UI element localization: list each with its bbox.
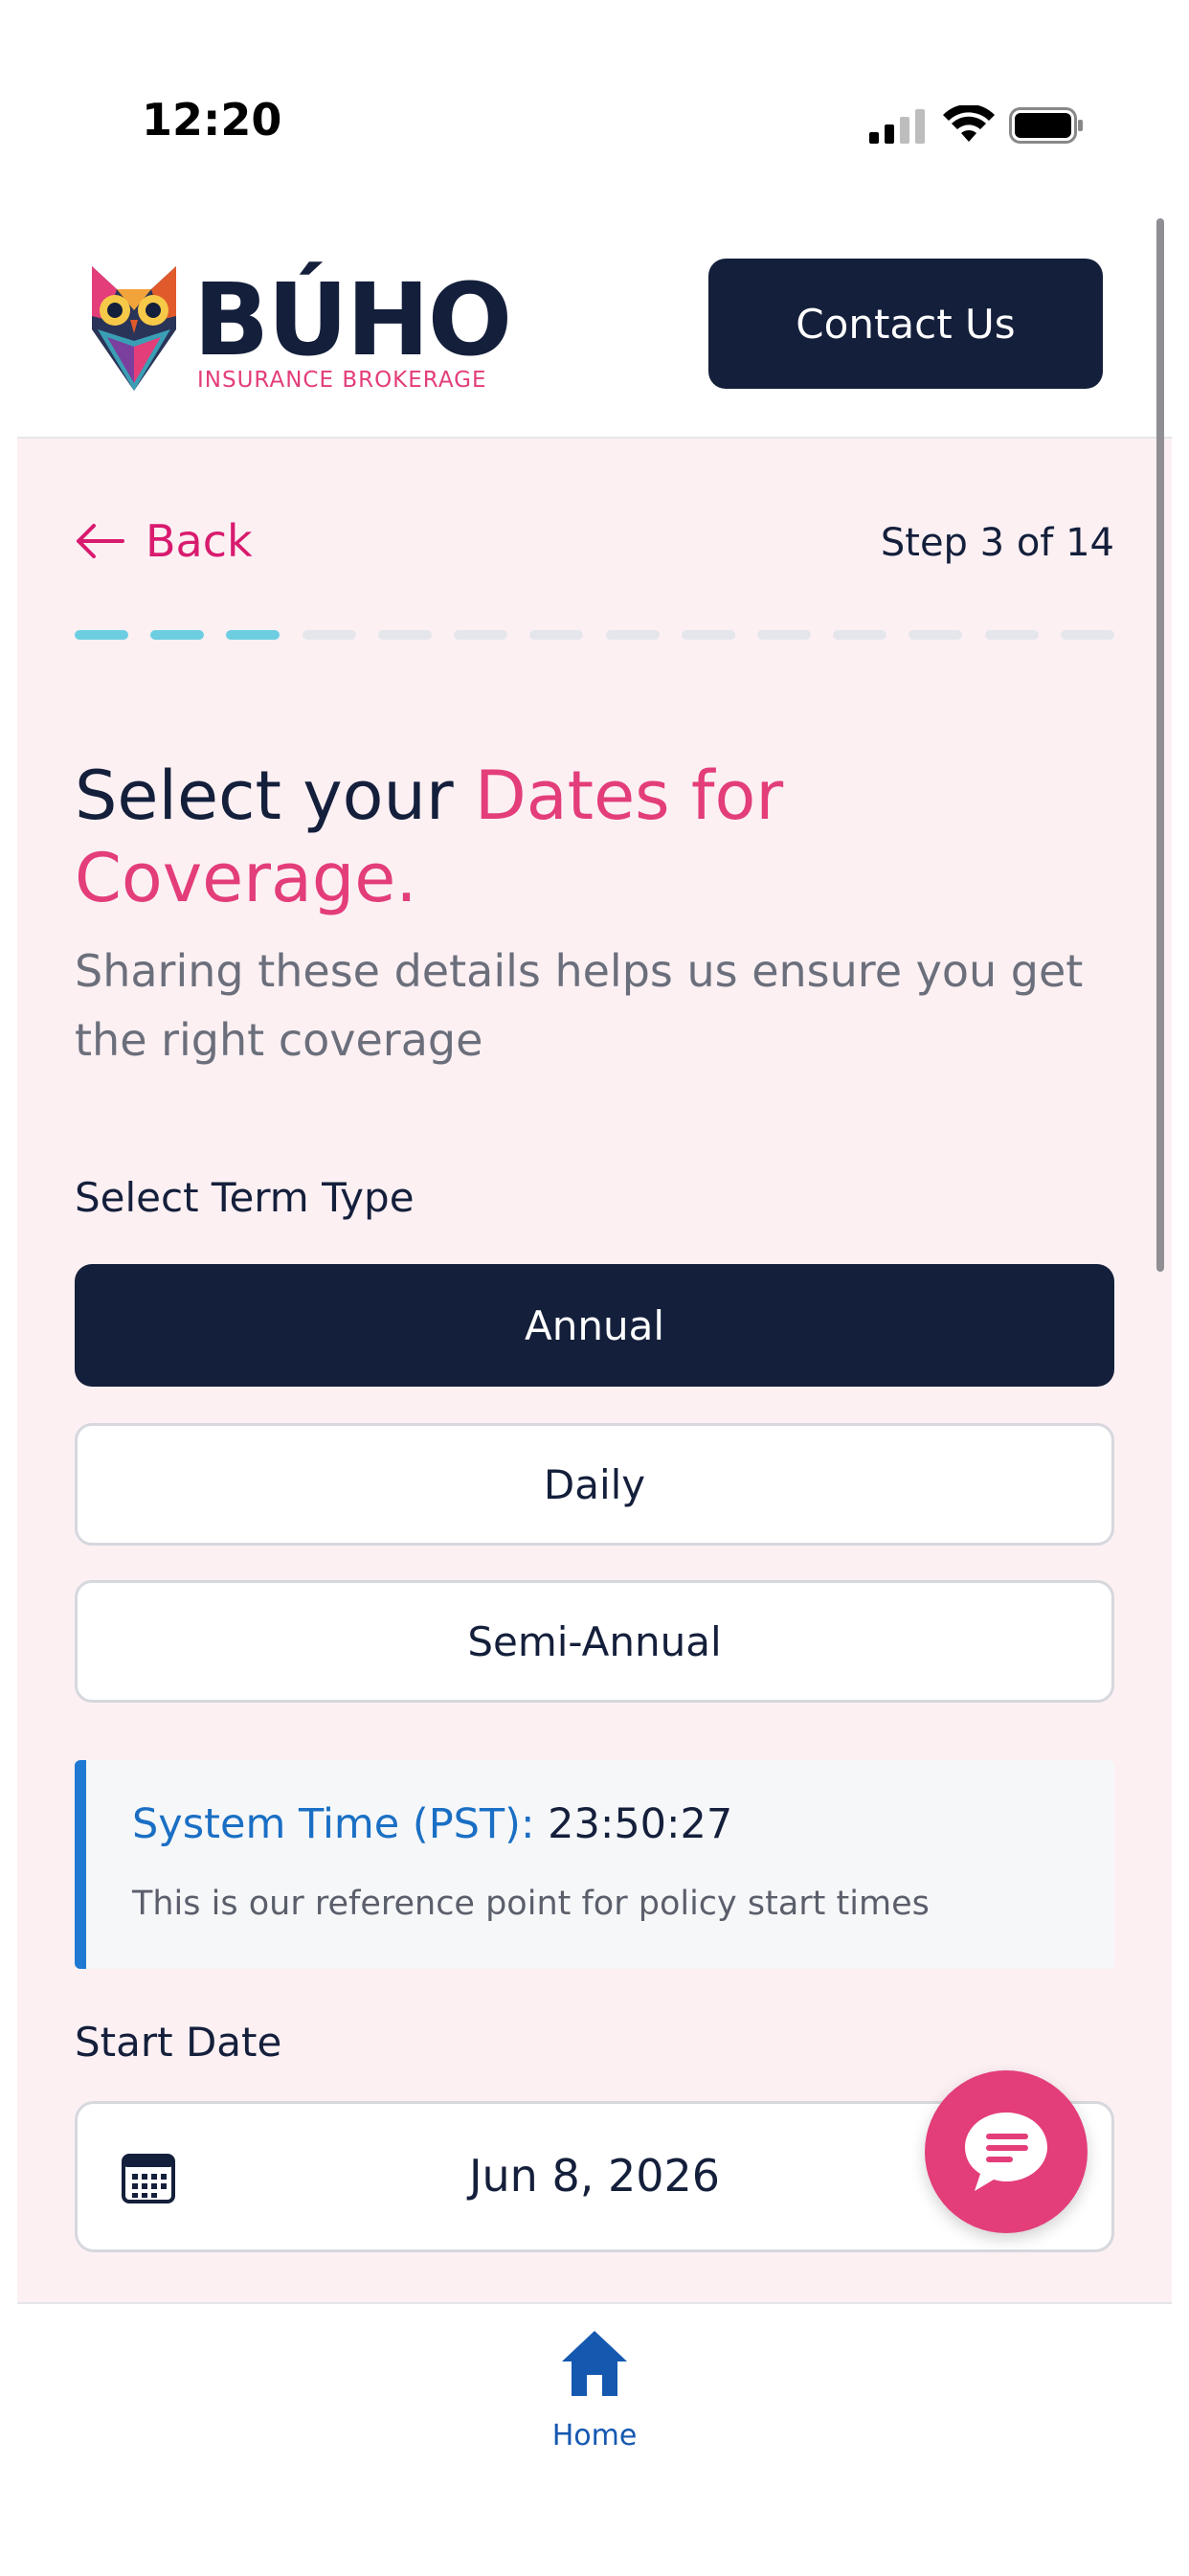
term-option-annual[interactable]: Annual: [75, 1264, 1114, 1387]
bottom-navigation: Home: [17, 2302, 1172, 2576]
signal-icon: [869, 109, 925, 144]
back-arrow-icon: [77, 524, 124, 558]
progress-segment: [302, 630, 356, 640]
progress-segment: [529, 630, 584, 640]
term-option-semi-annual[interactable]: Semi-Annual: [75, 1580, 1114, 1703]
chat-icon: [965, 2113, 1047, 2191]
step-counter: Step 3 of 14: [880, 521, 1114, 565]
title-prefix: Select your: [75, 757, 475, 835]
owl-logo-icon: [92, 266, 176, 391]
system-time-line: System Time (PST): 23:50:27: [132, 1800, 732, 1848]
home-icon: [562, 2331, 627, 2396]
back-label: Back: [146, 515, 253, 567]
progress-segment: [833, 630, 887, 640]
progress-segment: [756, 630, 811, 640]
back-link[interactable]: Back: [75, 515, 253, 567]
start-date-label: Start Date: [75, 2019, 282, 2066]
progress-segment: [377, 630, 432, 640]
term-option-daily[interactable]: Daily: [75, 1423, 1114, 1546]
status-bar: 12:20: [0, 0, 1189, 192]
home-label: Home: [551, 2419, 638, 2452]
page-subtitle: Sharing these details helps us ensure yo…: [75, 945, 1084, 1066]
main-content: Back Step 3 of 14 Select your Dates for …: [17, 439, 1172, 2302]
progress-bar: [75, 630, 1114, 642]
buho-logo[interactable]: BÚHO INSURANCE BROKERAGE: [88, 261, 512, 396]
app-header: BÚHO INSURANCE BROKERAGE Contact Us: [17, 218, 1172, 439]
contact-us-button[interactable]: Contact Us: [708, 259, 1103, 389]
progress-segment: [681, 630, 735, 640]
brand-name: BÚHO: [193, 261, 512, 378]
progress-segment: [909, 630, 963, 640]
chat-button[interactable]: [925, 2070, 1088, 2233]
wifi-icon: [943, 105, 995, 142]
term-type-label: Select Term Type: [75, 1174, 415, 1221]
system-time-description: This is our reference point for policy s…: [132, 1885, 930, 1923]
step-nav: Back Step 3 of 14: [75, 515, 1114, 573]
progress-segment: [605, 630, 660, 640]
progress-segment: [75, 630, 128, 640]
progress-segment: [454, 630, 508, 640]
status-time: 12:20: [142, 94, 282, 146]
system-time-label: System Time (PST):: [132, 1800, 535, 1848]
system-time-value: 23:50:27: [548, 1800, 733, 1848]
page-title: Select your Dates for Coverage.: [75, 755, 1128, 919]
progress-segment: [1060, 630, 1114, 640]
brand-tagline: INSURANCE BROKERAGE: [197, 368, 487, 393]
home-tab[interactable]: Home: [537, 2317, 652, 2452]
battery-icon: [1009, 107, 1083, 144]
progress-segment: [226, 630, 280, 640]
scrollbar[interactable]: [1156, 218, 1164, 1272]
progress-segment: [150, 630, 205, 640]
progress-segment: [984, 630, 1039, 640]
system-time-panel: System Time (PST): 23:50:27 This is our …: [75, 1760, 1114, 1969]
